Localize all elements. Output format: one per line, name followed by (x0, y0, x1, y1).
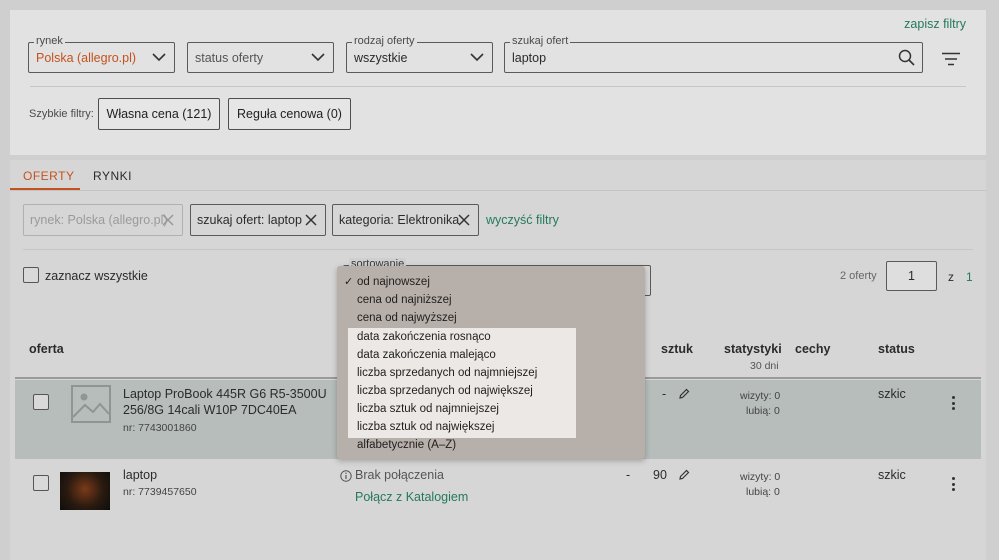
sort-option[interactable]: liczba sztuk od najmniejszej (337, 400, 645, 418)
select-all-label: zaznacz wszystkie (45, 269, 148, 283)
column-stats-period: 30 dni (750, 360, 779, 372)
offer-number: nr: 7743001860 (123, 422, 197, 434)
filter-panel: zapisz filtry rynek Polska (allegro.pl) … (10, 10, 986, 155)
pencil-icon[interactable] (678, 388, 690, 400)
tab-markets[interactable]: RYNKI (93, 169, 132, 183)
info-icon (340, 470, 352, 482)
close-icon[interactable] (162, 214, 174, 226)
quick-filters-label: Szybkie filtry: (29, 108, 94, 120)
chip-value: laptop (267, 213, 302, 227)
likes-stat: lubią: 0 (746, 486, 780, 498)
sort-option[interactable]: data zakończenia rosnąco (337, 328, 645, 346)
page-input[interactable]: 1 (886, 261, 937, 291)
chip-label: szukaj ofert: (197, 213, 265, 227)
visits-stat: wizyty: 0 (740, 390, 781, 402)
offer-type-select[interactable]: rodzaj oferty wszystkie (346, 35, 493, 73)
chip-label: rynek: (30, 213, 65, 227)
table-row[interactable]: laptop nr: 7739457650 Brak połączenia Po… (15, 459, 981, 541)
chevron-down-icon (311, 53, 325, 62)
status-value: status oferty (195, 51, 264, 65)
offer-title-line: Laptop ProBook 445R G6 R5-3500U (123, 387, 327, 401)
more-options-icon[interactable] (952, 396, 956, 413)
status-value: szkic (878, 468, 906, 482)
sort-option[interactable]: liczba sztuk od największej (337, 418, 645, 436)
row-checkbox[interactable] (33, 394, 49, 410)
chevron-down-icon (470, 53, 484, 62)
close-icon[interactable] (458, 214, 470, 226)
offer-number: nr: 7739457650 (123, 486, 197, 498)
divider (30, 86, 966, 87)
offer-title[interactable]: laptop (123, 468, 157, 482)
column-features: cechy (795, 342, 831, 356)
page-total[interactable]: 1 (966, 270, 973, 284)
connection-status: Brak połączenia (355, 468, 444, 482)
pieces-value: - (662, 387, 667, 401)
search-icon[interactable] (898, 49, 915, 66)
clear-filters-link[interactable]: wyczyść filtry (486, 213, 559, 227)
sort-options-list: data zakończenia rosnąco data zakończeni… (337, 266, 645, 459)
market-value: Polska (allegro.pl) (36, 51, 137, 65)
column-status: status (878, 342, 915, 356)
search-input[interactable]: szukaj ofert laptop (504, 35, 923, 73)
sort-option[interactable]: alfabetycznie (A–Z) (337, 436, 645, 454)
sort-option[interactable]: data zakończenia malejąco (337, 346, 645, 364)
likes-stat: lubią: 0 (746, 405, 780, 417)
filter-icon[interactable] (942, 52, 960, 66)
row-checkbox[interactable] (33, 475, 49, 491)
save-filters-link[interactable]: zapisz filtry (904, 17, 966, 31)
pieces-value: 90 (653, 468, 667, 482)
connect-catalog-link[interactable]: Połącz z Katalogiem (355, 490, 468, 504)
filter-chip-category[interactable]: kategoria: Elektronika (332, 204, 479, 236)
chip-value: Elektronika (397, 213, 460, 227)
select-all-checkbox[interactable] (23, 267, 39, 283)
offer-type-value: wszystkie (354, 51, 408, 65)
filter-chip-search[interactable]: szukaj ofert: laptop (190, 204, 326, 236)
status-value: szkic (878, 387, 906, 401)
quick-filter-price-rule-button[interactable]: Reguła cenowa (0) (228, 98, 351, 130)
product-thumbnail (60, 472, 110, 510)
filter-chip-market[interactable]: rynek: Polska (allegro.pl) (23, 204, 183, 236)
search-value: laptop (512, 51, 547, 65)
offers-count: 2 oferty (840, 270, 877, 282)
column-stats: statystyki (724, 342, 782, 356)
sort-option[interactable]: liczba sprzedanych od największej (337, 382, 645, 400)
market-select[interactable]: rynek Polska (allegro.pl) (28, 35, 175, 73)
divider (23, 249, 973, 250)
offer-title-line: 256/8G 14cali W10P 7DC40EA (123, 403, 297, 417)
more-options-icon[interactable] (952, 477, 956, 494)
sort-option[interactable]: liczba sprzedanych od najmniejszej (337, 364, 645, 382)
divider (10, 190, 986, 191)
quick-filter-own-price-button[interactable]: Własna cena (121) (98, 98, 220, 130)
offer-type-legend: rodzaj oferty (352, 35, 417, 48)
chevron-down-icon (152, 53, 166, 62)
search-legend: szukaj ofert (510, 35, 571, 48)
visits-stat: wizyty: 0 (740, 471, 781, 483)
offer-title[interactable]: Laptop ProBook 445R G6 R5-3500U 256/8G 1… (123, 386, 327, 418)
price-value: - (626, 468, 631, 482)
status-select[interactable]: status oferty (187, 42, 334, 73)
column-pieces: sztuk (661, 342, 693, 356)
chip-label: kategoria: (339, 213, 394, 227)
page-of-label: z (948, 270, 954, 284)
tab-offers[interactable]: OFERTY (23, 169, 74, 183)
market-legend: rynek (34, 35, 65, 48)
chip-value: Polska (allegro.pl) (67, 213, 168, 227)
pencil-icon[interactable] (678, 469, 690, 481)
column-offer: oferta (29, 342, 64, 356)
image-placeholder-icon (71, 385, 111, 423)
close-icon[interactable] (305, 214, 317, 226)
